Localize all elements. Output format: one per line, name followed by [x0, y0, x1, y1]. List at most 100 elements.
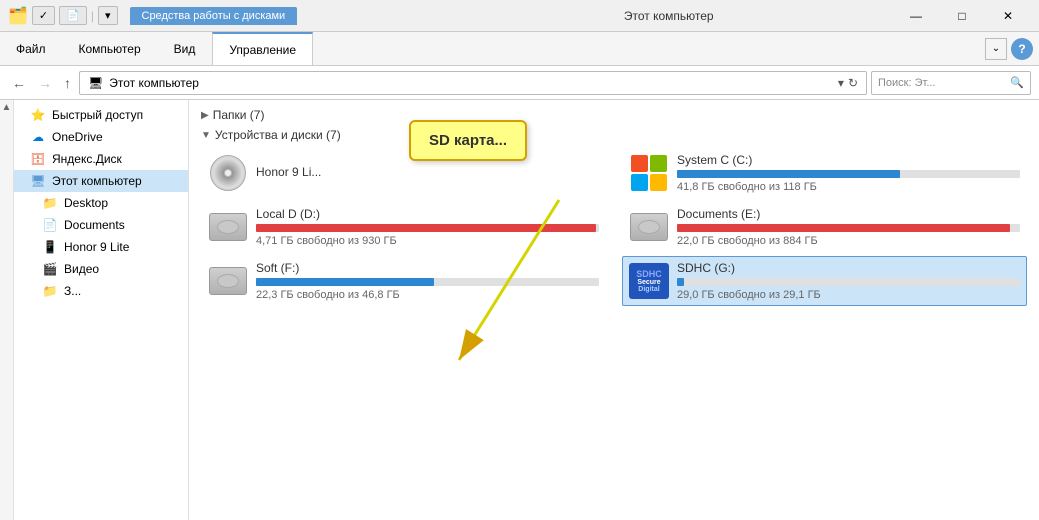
- tab-view[interactable]: Вид: [158, 32, 213, 65]
- tab-manage[interactable]: Управление: [212, 32, 313, 65]
- devices-section-header[interactable]: ▼ Устройства и диски (7): [201, 128, 1027, 142]
- explorer-icon: 🗂️: [8, 6, 28, 26]
- back-button[interactable]: ←: [8, 73, 30, 93]
- minimize-button[interactable]: —: [893, 0, 939, 32]
- drive-locald-info: Local D (D:) 4,71 ГБ свободно из 930 ГБ: [256, 207, 599, 247]
- toolbar-dropdown-btn[interactable]: ▾: [98, 6, 118, 25]
- sdhc-icon: SDHC Secure Digital: [629, 263, 669, 299]
- sidebar-item-label: OneDrive: [52, 130, 103, 144]
- help-button[interactable]: ?: [1011, 38, 1033, 60]
- drive-honor9lite-info: Honor 9 Li...: [256, 165, 599, 182]
- drive-sdcg-space: 29,0 ГБ свободно из 29,1 ГБ: [677, 289, 1020, 301]
- sidebar: ⭐ Быстрый доступ ☁ OneDrive 🗄 Яндекс.Дис…: [14, 100, 189, 520]
- close-button[interactable]: ✕: [985, 0, 1031, 32]
- hdd-icon-f: [208, 263, 248, 299]
- address-text: Этот компьютер: [109, 76, 834, 90]
- tab-computer[interactable]: Компьютер: [63, 32, 158, 65]
- cloud-icon: ☁: [30, 129, 46, 145]
- drive-softf-space: 22,3 ГБ свободно из 46,8 ГБ: [256, 289, 599, 301]
- drive-systemc-name: System C (C:): [677, 153, 1020, 167]
- video-icon: 🎬: [42, 261, 58, 277]
- window-controls: — □ ✕: [893, 0, 1031, 32]
- yandex-icon: 🗄: [30, 151, 46, 167]
- drive-docse-space: 22,0 ГБ свободно из 884 ГБ: [677, 235, 1020, 247]
- star-icon: ⭐: [30, 107, 46, 123]
- forward-button[interactable]: →: [34, 73, 56, 93]
- main-layout: ▲ ⭐ Быстрый доступ ☁ OneDrive 🗄 Яндекс.Д…: [0, 100, 1039, 520]
- up-button[interactable]: ↑: [60, 73, 75, 93]
- drive-systemc-progress: [677, 170, 1020, 178]
- title-bar: 🗂️ ✓ 📄 | ▾ Средства работы с дисками Это…: [0, 0, 1039, 32]
- drive-sdcg-info: SDHC (G:) 29,0 ГБ свободно из 29,1 ГБ: [677, 261, 1020, 301]
- drive-systemc-space: 41,8 ГБ свободно из 118 ГБ: [677, 181, 1020, 193]
- sidebar-item-honor9lite[interactable]: 📱 Honor 9 Lite: [14, 236, 188, 258]
- folders-section-label: Папки (7): [213, 108, 265, 122]
- address-dropdown-icon[interactable]: ▾: [838, 76, 844, 90]
- maximize-button[interactable]: □: [939, 0, 985, 32]
- search-box[interactable]: Поиск: Эт... 🔍: [871, 71, 1031, 95]
- sd-card-tooltip: SD карта...: [409, 120, 527, 161]
- drive-locald-name: Local D (D:): [256, 207, 599, 221]
- drive-honor9lite-name: Honor 9 Li...: [256, 165, 599, 179]
- sidebar-item-label: Desktop: [64, 196, 108, 210]
- drive-systemc[interactable]: System C (C:) 41,8 ГБ свободно из 118 ГБ: [622, 148, 1027, 198]
- drives-grid: Honor 9 Li... System C (C:): [201, 148, 1027, 306]
- search-placeholder-text: Поиск: Эт...: [878, 77, 1010, 89]
- sidebar-scroll[interactable]: ▲: [0, 100, 14, 520]
- hdd-icon-d: [208, 209, 248, 245]
- drive-docse[interactable]: Documents (E:) 22,0 ГБ свободно из 884 Г…: [622, 202, 1027, 252]
- drive-softf-name: Soft (F:): [256, 261, 599, 275]
- sidebar-item-desktop[interactable]: 📁 Desktop: [14, 192, 188, 214]
- address-bar: ← → ↑ 🖥 Этот компьютер ▾ ↻ Поиск: Эт... …: [0, 66, 1039, 100]
- sidebar-item-documents[interactable]: 📄 Documents: [14, 214, 188, 236]
- sidebar-item-more[interactable]: 📁 З...: [14, 280, 188, 302]
- content-area: ▶ Папки (7) ▼ Устройства и диски (7) Hon…: [189, 100, 1039, 520]
- sidebar-item-label: Быстрый доступ: [52, 108, 143, 122]
- ribbon: Файл Компьютер Вид Управление ⌄ ?: [0, 32, 1039, 66]
- drive-honor9lite[interactable]: Honor 9 Li...: [201, 148, 606, 198]
- drive-locald[interactable]: Local D (D:) 4,71 ГБ свободно из 930 ГБ: [201, 202, 606, 252]
- phone-icon: 📱: [42, 239, 58, 255]
- title-bar-left: 🗂️ ✓ 📄 | ▾ Средства работы с дисками: [8, 6, 445, 26]
- quick-access-btn[interactable]: ✓: [32, 6, 55, 25]
- sidebar-item-label: Documents: [64, 218, 125, 232]
- window-title: Этот компьютер: [451, 9, 888, 23]
- tooltip-text: SD карта...: [429, 132, 507, 149]
- drive-sdcg-progress: [677, 278, 1020, 286]
- hdd-icon-e: [629, 209, 669, 245]
- drive-locald-progress: [256, 224, 599, 232]
- devices-section-label: Устройства и диски (7): [215, 128, 341, 142]
- sidebar-item-this-pc[interactable]: 🖥 Этот компьютер: [14, 170, 188, 192]
- win-icon: [629, 155, 669, 191]
- sidebar-item-yandex[interactable]: 🗄 Яндекс.Диск: [14, 148, 188, 170]
- sidebar-item-label: Видео: [64, 262, 99, 276]
- pc-icon: 🖥: [30, 173, 46, 189]
- search-icon: 🔍: [1010, 76, 1024, 89]
- devices-arrow-icon: ▼: [201, 130, 211, 141]
- ribbon-collapse-btn[interactable]: ⌄: [985, 38, 1007, 60]
- drive-sdcg[interactable]: SDHC Secure Digital SDHC (G:) 29,0 ГБ св…: [622, 256, 1027, 306]
- sidebar-item-video[interactable]: 🎬 Видео: [14, 258, 188, 280]
- sidebar-item-label: Яндекс.Диск: [52, 152, 122, 166]
- ribbon-right: ⌄ ?: [985, 32, 1039, 65]
- drive-systemc-info: System C (C:) 41,8 ГБ свободно из 118 ГБ: [677, 153, 1020, 193]
- sidebar-item-label: З...: [64, 284, 81, 298]
- tab-file[interactable]: Файл: [0, 32, 63, 65]
- folders-section-header[interactable]: ▶ Папки (7): [201, 108, 1027, 122]
- sidebar-item-onedrive[interactable]: ☁ OneDrive: [14, 126, 188, 148]
- sidebar-item-label: Этот компьютер: [52, 174, 142, 188]
- address-refresh-icon[interactable]: ↻: [848, 76, 858, 90]
- sidebar-item-label: Honor 9 Lite: [64, 240, 129, 254]
- address-folder-icon: 🖥: [88, 76, 103, 90]
- address-field[interactable]: 🖥 Этот компьютер ▾ ↻: [79, 71, 867, 95]
- folder-icon: 📁: [42, 283, 58, 299]
- drive-sdcg-name: SDHC (G:): [677, 261, 1020, 275]
- sidebar-item-quick-access[interactable]: ⭐ Быстрый доступ: [14, 104, 188, 126]
- cd-icon: [208, 155, 248, 191]
- drive-softf[interactable]: Soft (F:) 22,3 ГБ свободно из 46,8 ГБ: [201, 256, 606, 306]
- drive-locald-space: 4,71 ГБ свободно из 930 ГБ: [256, 235, 599, 247]
- desktop-icon: 📁: [42, 195, 58, 211]
- properties-btn[interactable]: 📄: [59, 6, 87, 25]
- docs-icon: 📄: [42, 217, 58, 233]
- scroll-up-icon[interactable]: ▲: [2, 102, 12, 113]
